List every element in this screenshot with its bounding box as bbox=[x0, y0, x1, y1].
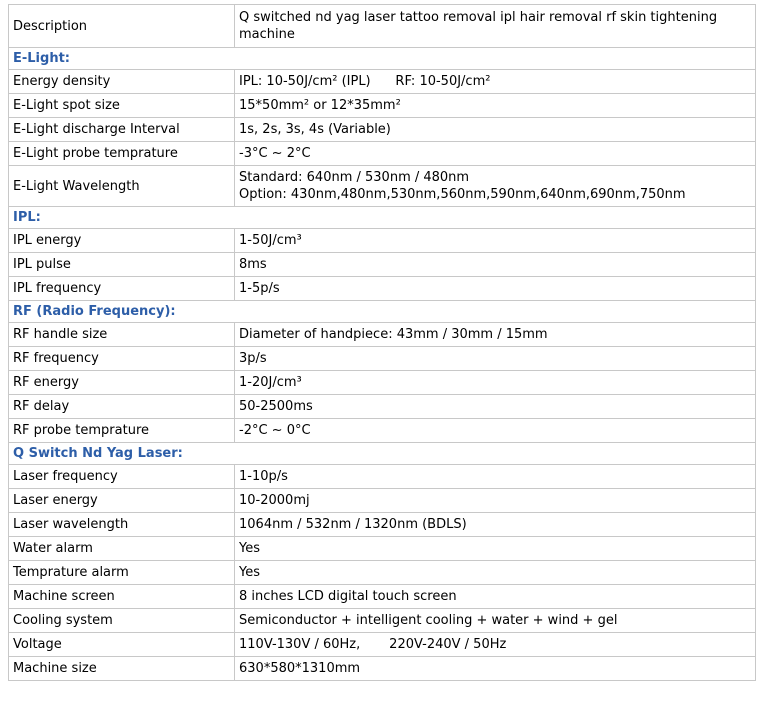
section-title: Q Switch Nd Yag Laser: bbox=[8, 442, 756, 465]
row-value: 3p/s bbox=[234, 346, 756, 371]
table-row: RF probe temprature -2°C ~ 0°C bbox=[8, 418, 756, 443]
table-row: E-Light Wavelength Standard: 640nm / 530… bbox=[8, 165, 756, 207]
table-row: RF frequency 3p/s bbox=[8, 346, 756, 371]
row-value: Diameter of handpiece: 43mm / 30mm / 15m… bbox=[234, 322, 756, 347]
row-value: Standard: 640nm / 530nm / 480nm Option: … bbox=[234, 165, 756, 207]
row-label: E-Light Wavelength bbox=[8, 165, 235, 207]
section-header-rf: RF (Radio Frequency): bbox=[8, 300, 756, 323]
row-value: 630*580*1310mm bbox=[234, 656, 756, 681]
row-label: Laser frequency bbox=[8, 464, 235, 489]
row-value: 1s, 2s, 3s, 4s (Variable) bbox=[234, 117, 756, 142]
section-title: IPL: bbox=[8, 206, 756, 229]
row-value: 1-5p/s bbox=[234, 276, 756, 301]
row-value: 15*50mm² or 12*35mm² bbox=[234, 93, 756, 118]
row-label: RF delay bbox=[8, 394, 235, 419]
row-value: Semiconductor + intelligent cooling + wa… bbox=[234, 608, 756, 633]
table-row: RF energy 1-20J/cm³ bbox=[8, 370, 756, 395]
section-header-elight: E-Light: bbox=[8, 47, 756, 70]
table-row: E-Light spot size 15*50mm² or 12*35mm² bbox=[8, 93, 756, 118]
row-value: 1-10p/s bbox=[234, 464, 756, 489]
row-value: 8ms bbox=[234, 252, 756, 277]
row-label: RF probe temprature bbox=[8, 418, 235, 443]
table-row: E-Light discharge Interval 1s, 2s, 3s, 4… bbox=[8, 117, 756, 142]
row-value: 1-20J/cm³ bbox=[234, 370, 756, 395]
table-row: Laser wavelength 1064nm / 532nm / 1320nm… bbox=[8, 512, 756, 537]
table-row: RF handle size Diameter of handpiece: 43… bbox=[8, 322, 756, 347]
wavelength-option: Option: 430nm,480nm,530nm,560nm,590nm,64… bbox=[239, 187, 686, 202]
row-label: E-Light discharge Interval bbox=[8, 117, 235, 142]
row-label: IPL energy bbox=[8, 228, 235, 253]
row-label: Voltage bbox=[8, 632, 235, 657]
row-label: Temprature alarm bbox=[8, 560, 235, 585]
row-label: IPL frequency bbox=[8, 276, 235, 301]
table-row-header: Description Q switched nd yag laser tatt… bbox=[8, 4, 756, 48]
row-value: Yes bbox=[234, 536, 756, 561]
table-row: Laser frequency 1-10p/s bbox=[8, 464, 756, 489]
row-label: Machine screen bbox=[8, 584, 235, 609]
table-row: Laser energy 10-2000mj bbox=[8, 488, 756, 513]
spec-table: Description Q switched nd yag laser tatt… bbox=[8, 4, 756, 681]
row-value: 10-2000mj bbox=[234, 488, 756, 513]
row-label: Machine size bbox=[8, 656, 235, 681]
spec-sheet: Description Q switched nd yag laser tatt… bbox=[8, 4, 756, 681]
section-title: RF (Radio Frequency): bbox=[8, 300, 756, 323]
row-value: IPL: 10-50J/cm² (IPL) RF: 10-50J/cm² bbox=[234, 69, 756, 94]
table-row: Cooling system Semiconductor + intellige… bbox=[8, 608, 756, 633]
row-value: Yes bbox=[234, 560, 756, 585]
table-row: Temprature alarm Yes bbox=[8, 560, 756, 585]
row-value: 1-50J/cm³ bbox=[234, 228, 756, 253]
row-label: RF handle size bbox=[8, 322, 235, 347]
header-label: Description bbox=[8, 4, 235, 48]
wavelength-standard: Standard: 640nm / 530nm / 480nm bbox=[239, 170, 470, 185]
table-row: IPL frequency 1-5p/s bbox=[8, 276, 756, 301]
row-label: RF frequency bbox=[8, 346, 235, 371]
row-label: Energy density bbox=[8, 69, 235, 94]
table-row: IPL pulse 8ms bbox=[8, 252, 756, 277]
section-title: E-Light: bbox=[8, 47, 756, 70]
header-value: Q switched nd yag laser tattoo removal i… bbox=[234, 4, 756, 48]
table-row: Machine screen 8 inches LCD digital touc… bbox=[8, 584, 756, 609]
row-label: IPL pulse bbox=[8, 252, 235, 277]
table-row: Energy density IPL: 10-50J/cm² (IPL) RF:… bbox=[8, 69, 756, 94]
table-row: IPL energy 1-50J/cm³ bbox=[8, 228, 756, 253]
section-header-laser: Q Switch Nd Yag Laser: bbox=[8, 442, 756, 465]
row-label: Laser energy bbox=[8, 488, 235, 513]
row-label: E-Light probe temprature bbox=[8, 141, 235, 166]
row-value: 1064nm / 532nm / 1320nm (BDLS) bbox=[234, 512, 756, 537]
row-value: 8 inches LCD digital touch screen bbox=[234, 584, 756, 609]
row-value: -2°C ~ 0°C bbox=[234, 418, 756, 443]
table-row: E-Light probe temprature -3°C ~ 2°C bbox=[8, 141, 756, 166]
table-row: RF delay 50-2500ms bbox=[8, 394, 756, 419]
row-value: -3°C ~ 2°C bbox=[234, 141, 756, 166]
row-label: Laser wavelength bbox=[8, 512, 235, 537]
row-label: E-Light spot size bbox=[8, 93, 235, 118]
row-value: 50-2500ms bbox=[234, 394, 756, 419]
row-label: RF energy bbox=[8, 370, 235, 395]
section-header-ipl: IPL: bbox=[8, 206, 756, 229]
row-label: Water alarm bbox=[8, 536, 235, 561]
table-row: Water alarm Yes bbox=[8, 536, 756, 561]
table-row: Machine size 630*580*1310mm bbox=[8, 656, 756, 681]
row-label: Cooling system bbox=[8, 608, 235, 633]
table-row: Voltage 110V-130V / 60Hz, 220V-240V / 50… bbox=[8, 632, 756, 657]
row-value: 110V-130V / 60Hz, 220V-240V / 50Hz bbox=[234, 632, 756, 657]
